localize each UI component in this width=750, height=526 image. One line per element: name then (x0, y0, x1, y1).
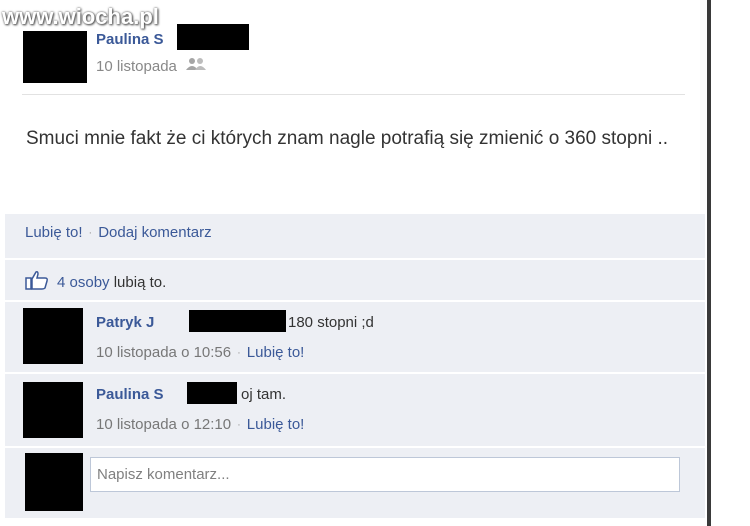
separator-dot: · (237, 346, 241, 359)
post-date[interactable]: 10 listopada (96, 58, 177, 75)
comment: Patryk J 180 stopni ;d 10 listopada o 10… (5, 302, 705, 372)
post-text: Smuci mnie fakt że ci których znam nagle… (26, 128, 669, 149)
post-meta: 10 listopada (96, 57, 207, 75)
redaction-bar (187, 382, 237, 404)
comment-author[interactable]: Patryk J (96, 314, 154, 331)
comment: Paulina S oj tam. 10 listopada o 12:10 ·… (5, 374, 705, 446)
comment-meta: 10 listopada o 10:56 · Lubię to! (96, 344, 304, 361)
likes-summary: 4 osoby lubią to. (5, 260, 705, 300)
comment-meta: 10 listopada o 12:10 · Lubię to! (96, 416, 304, 433)
divider (22, 94, 685, 95)
comment-like-button[interactable]: Lubię to! (247, 344, 305, 361)
comment-like-button[interactable]: Lubię to! (247, 416, 305, 433)
likes-count-link[interactable]: 4 osoby (57, 274, 110, 291)
comment-avatar[interactable] (23, 382, 83, 438)
comment-text: 180 stopni ;d (288, 314, 374, 331)
like-button[interactable]: Lubię to! (25, 224, 83, 241)
comment-avatar[interactable] (23, 308, 83, 364)
friends-icon (185, 57, 207, 75)
add-comment-button[interactable]: Dodaj komentarz (98, 224, 211, 241)
likes-suffix: lubią to. (113, 273, 167, 291)
redaction-bar (189, 310, 286, 332)
comment-author[interactable]: Paulina S (96, 386, 164, 403)
comment-time[interactable]: 10 listopada o 10:56 (96, 344, 231, 361)
comment-composer (5, 448, 705, 518)
comment-input[interactable] (90, 457, 680, 492)
watermark: www.wiocha.pl (2, 4, 159, 29)
frame-border (707, 0, 711, 526)
comment-time[interactable]: 10 listopada o 12:10 (96, 416, 231, 433)
comment-text: oj tam. (241, 386, 287, 403)
post-author[interactable]: Paulina S (96, 31, 164, 48)
post-avatar[interactable] (23, 31, 87, 83)
thumbs-up-icon (25, 270, 49, 294)
separator-dot: · (88, 226, 93, 239)
post-actions: Lubię to! · Dodaj komentarz (5, 214, 705, 258)
redaction-bar (177, 24, 249, 50)
separator-dot: · (237, 418, 241, 431)
composer-avatar (25, 453, 83, 511)
